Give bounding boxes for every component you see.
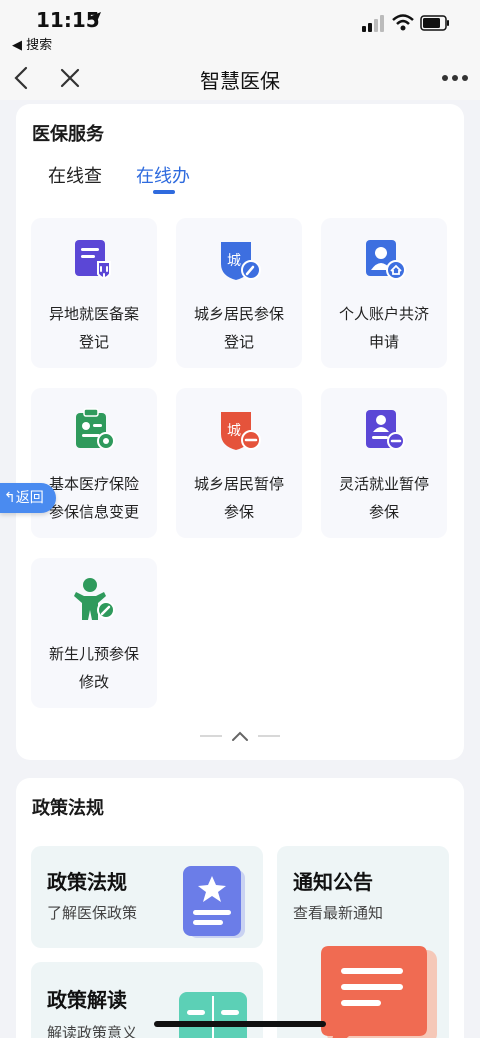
policy-block-subtitle: 解读政策意义 [47, 1024, 138, 1038]
open-book-icon [179, 992, 247, 1038]
return-label: 返回 [15, 490, 44, 506]
service-card-title: 医保服务 [32, 124, 104, 145]
tile-label-line1: 灵活就业暂停 [338, 475, 429, 493]
tile-urban-rural-enrollment[interactable]: 城 城乡居民参保 登记 [176, 218, 302, 368]
message-bubble-icon [321, 946, 437, 1038]
status-bar: 11:15 ◀ 搜索 [0, 0, 480, 56]
tile-label-line2: 参保 [368, 503, 399, 521]
policy-block-subtitle: 查看最新通知 [293, 904, 384, 922]
city-badge-edit-icon: 城 [221, 242, 261, 280]
tile-personal-account-sharing[interactable]: 个人账户共济 申请 [321, 218, 447, 368]
tile-label-line1: 新生儿预参保 [48, 645, 139, 663]
notice-announcement-block[interactable]: 通知公告 查看最新通知 [277, 846, 449, 1038]
back-to-search-link[interactable]: ◀ 搜索 [12, 34, 52, 53]
tile-basic-insurance-info-change[interactable]: 基本医疗保险 参保信息变更 [31, 388, 157, 538]
star-document-icon [183, 866, 245, 938]
tile-label-line2: 申请 [368, 333, 399, 351]
tile-label-line1: 城乡居民暂停 [193, 475, 284, 493]
home-indicator[interactable] [154, 1021, 326, 1027]
tile-newborn-pre-enrollment[interactable]: 新生儿预参保 修改 [31, 558, 157, 708]
policy-card-title: 政策法规 [32, 798, 104, 819]
policy-block-title: 通知公告 [293, 870, 373, 894]
collapse-chevron-up-icon[interactable] [200, 728, 280, 744]
tile-label-line2: 参保 [223, 503, 254, 521]
floating-return-button[interactable]: ↰返回 [0, 483, 56, 513]
tile-urban-rural-suspend[interactable]: 城 城乡居民暂停 参保 [176, 388, 302, 538]
tile-label-line2: 登记 [223, 333, 254, 351]
service-card: 医保服务 在线查 在线办 异地就医备案 登记 城 城乡居民参保 登记 个人账户共… [16, 104, 464, 760]
svg-text:城: 城 [227, 253, 241, 269]
tab-online-handle[interactable]: 在线办 [136, 162, 190, 188]
policy-block-title: 政策解读 [47, 988, 127, 1012]
city-badge-minus-icon: 城 [221, 412, 261, 450]
svg-text:城: 城 [227, 423, 241, 439]
policy-block-subtitle: 了解医保政策 [47, 904, 138, 922]
policy-card: 政策法规 政策法规 了解医保政策 通知公告 查看最新通知 政策解读 解读政策意义 [16, 778, 464, 1038]
more-menu-button[interactable] [440, 68, 470, 88]
person-card-home-icon [366, 240, 406, 280]
tile-label-line1: 异地就医备案 [48, 305, 139, 323]
tile-label-line1: 个人账户共济 [338, 305, 429, 323]
return-arrow-icon: ↰ [4, 490, 16, 506]
location-arrow-icon [89, 12, 101, 24]
page-title: 智慧医保 [200, 69, 280, 93]
clipboard-person-settings-icon [76, 408, 115, 450]
child-edit-icon [74, 578, 115, 620]
tile-label-line2: 修改 [78, 673, 109, 691]
policy-regulations-block[interactable]: 政策法规 了解医保政策 [31, 846, 263, 948]
tile-flexible-employment-suspend[interactable]: 灵活就业暂停 参保 [321, 388, 447, 538]
tile-label-line2: 登记 [78, 333, 109, 351]
wifi-icon [392, 14, 414, 31]
tile-label-line1: 城乡居民参保 [193, 305, 284, 323]
nav-bar: 智慧医保 [0, 56, 480, 100]
tab-online-query[interactable]: 在线查 [48, 162, 102, 188]
signal-icon [362, 15, 384, 32]
document-plug-icon [75, 240, 111, 279]
person-document-minus-icon [366, 410, 405, 450]
tab-active-indicator [153, 190, 175, 194]
battery-icon [420, 15, 449, 31]
tile-remote-medical-filing[interactable]: 异地就医备案 登记 [31, 218, 157, 368]
policy-block-title: 政策法规 [47, 870, 127, 894]
